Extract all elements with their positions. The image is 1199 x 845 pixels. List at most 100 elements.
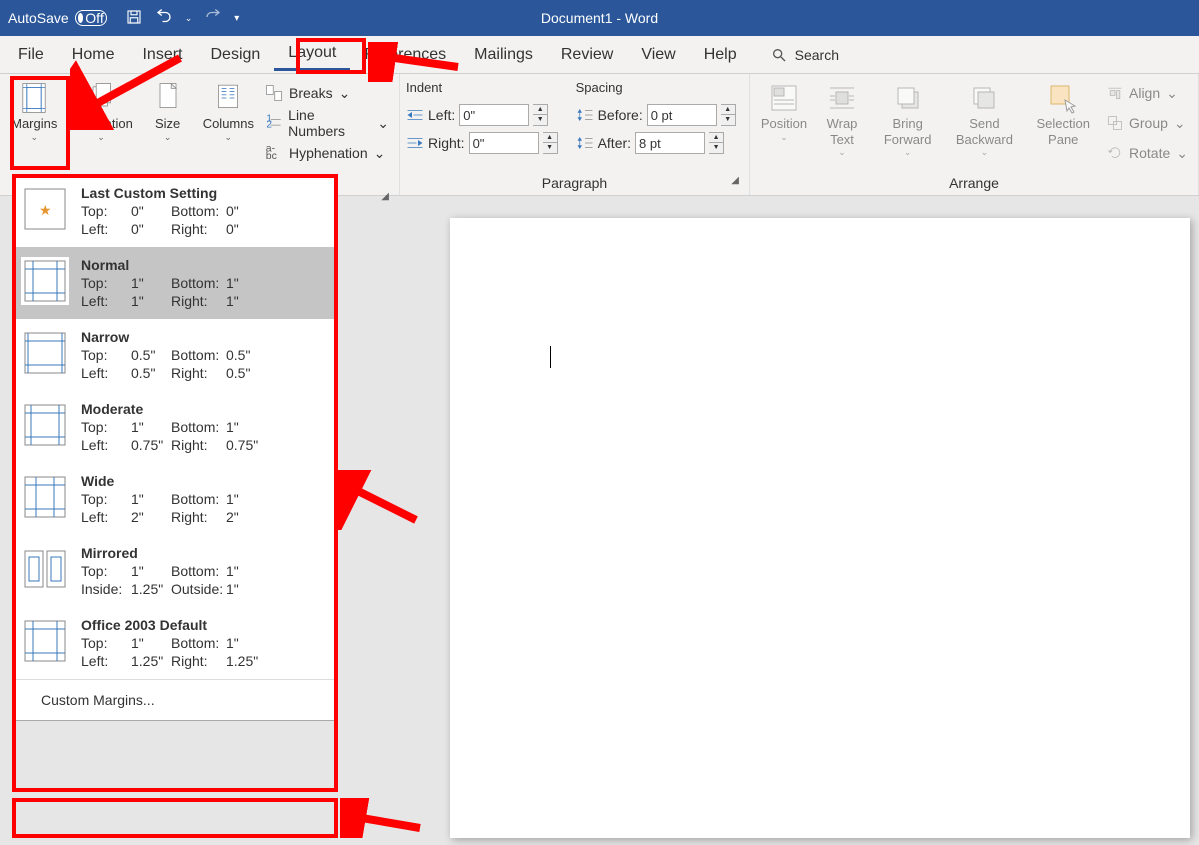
columns-button[interactable]: Columns⌄ — [198, 78, 259, 147]
breaks-icon — [265, 84, 283, 102]
margins-dropdown: ★Last Custom SettingTop:0"Bottom:0"Left:… — [12, 174, 338, 721]
spacing-after-spinner[interactable]: ▲▼ — [709, 132, 724, 154]
preset-title: Normal — [81, 257, 329, 273]
margin-preset-icon: ★ — [21, 185, 69, 233]
margin-preset-office-2003-default[interactable]: Office 2003 DefaultTop:1"Bottom:1"Left:1… — [13, 607, 337, 679]
line-numbers-button[interactable]: 12Line Numbers⌄ — [265, 110, 389, 136]
margin-preset-wide[interactable]: WideTop:1"Bottom:1"Left:2"Right:2" — [13, 463, 337, 535]
spacing-before-row: Before: ▲▼ — [576, 101, 736, 129]
preset-title: Last Custom Setting — [81, 185, 329, 201]
indent-right-input[interactable] — [469, 132, 539, 154]
wrap-text-icon — [826, 82, 858, 114]
redo-icon[interactable] — [204, 8, 222, 29]
indent-heading: Indent — [406, 80, 558, 95]
group-icon — [1107, 115, 1123, 131]
indent-left-input[interactable] — [459, 104, 529, 126]
spacing-heading: Spacing — [576, 80, 736, 95]
margin-preset-last-custom-setting[interactable]: ★Last Custom SettingTop:0"Bottom:0"Left:… — [13, 175, 337, 247]
document-page[interactable] — [450, 218, 1190, 838]
rotate-icon — [1107, 145, 1123, 161]
indent-left-spinner[interactable]: ▲▼ — [533, 104, 548, 126]
margin-preset-narrow[interactable]: NarrowTop:0.5"Bottom:0.5"Left:0.5"Right:… — [13, 319, 337, 391]
save-icon[interactable] — [125, 8, 143, 29]
tab-home[interactable]: Home — [58, 40, 129, 70]
margin-preset-moderate[interactable]: ModerateTop:1"Bottom:1"Left:0.75"Right:0… — [13, 391, 337, 463]
bring-forward-icon — [892, 82, 924, 114]
paragraph-launcher-icon[interactable]: ◢ — [731, 175, 739, 186]
quick-access-toolbar: ⌄ ▾ — [125, 8, 240, 29]
undo-dropdown-icon[interactable]: ⌄ — [185, 13, 193, 24]
margin-preset-normal[interactable]: NormalTop:1"Bottom:1"Left:1"Right:1" — [13, 247, 337, 319]
size-button[interactable]: Size⌄ — [140, 78, 196, 147]
svg-text:bc: bc — [266, 150, 277, 162]
margin-preset-icon — [21, 473, 69, 521]
indent-right-spinner[interactable]: ▲▼ — [543, 132, 558, 154]
svg-text:★: ★ — [39, 202, 52, 218]
align-button[interactable]: Align⌄ — [1107, 80, 1188, 106]
position-button[interactable]: Position⌄ — [756, 78, 812, 147]
margin-preset-icon — [21, 401, 69, 449]
spacing-before-spinner[interactable]: ▲▼ — [721, 104, 736, 126]
preset-title: Mirrored — [81, 545, 329, 561]
size-icon — [152, 82, 184, 114]
rotate-button[interactable]: Rotate⌄ — [1107, 140, 1188, 166]
preset-title: Moderate — [81, 401, 329, 417]
margin-preset-icon — [21, 617, 69, 665]
autosave-toggle[interactable]: AutoSave Off — [8, 10, 107, 26]
tab-mailings[interactable]: Mailings — [460, 40, 547, 70]
tab-design[interactable]: Design — [196, 40, 274, 70]
qat-customize-icon[interactable]: ▾ — [234, 13, 239, 24]
hyphenation-icon: a-bc — [265, 144, 283, 162]
indent-right-row: Right: ▲▼ — [406, 129, 558, 157]
page-setup-launcher-icon[interactable]: ◢ — [381, 191, 389, 202]
margins-icon — [18, 82, 50, 114]
margin-preset-mirrored[interactable]: MirroredTop:1"Bottom:1"Inside:1.25"Outsi… — [13, 535, 337, 607]
bring-forward-button[interactable]: Bring Forward⌄ — [872, 78, 943, 162]
search-button[interactable]: Search — [771, 47, 839, 63]
preset-title: Narrow — [81, 329, 329, 345]
preset-title: Office 2003 Default — [81, 617, 329, 633]
tab-layout[interactable]: Layout — [274, 38, 350, 71]
annotation-box-custom-margins — [12, 798, 338, 838]
ribbon-tabs: File Home Insert Design Layout Reference… — [0, 36, 1199, 74]
tab-view[interactable]: View — [627, 40, 689, 70]
wrap-text-button[interactable]: Wrap Text⌄ — [814, 78, 870, 162]
spacing-after-input[interactable] — [635, 132, 705, 154]
indent-right-icon — [406, 135, 424, 151]
orientation-button[interactable]: Orientation⌄ — [64, 78, 137, 147]
title-bar: AutoSave Off ⌄ ▾ Document1 - Word — [0, 0, 1199, 36]
margins-button[interactable]: Margins⌄ — [6, 78, 62, 147]
spacing-after-icon — [576, 135, 594, 151]
annotation-arrow-custom — [340, 798, 430, 838]
search-icon — [771, 47, 787, 63]
annotation-arrow-moderate — [336, 470, 426, 530]
selection-pane-icon — [1047, 82, 1079, 114]
spacing-after-row: After: ▲▼ — [576, 129, 736, 157]
document-title: Document1 - Word — [541, 10, 658, 26]
group-arrange: Position⌄ Wrap Text⌄ Bring Forward⌄ Send… — [750, 74, 1199, 195]
group-button[interactable]: Group⌄ — [1107, 110, 1188, 136]
spacing-before-input[interactable] — [647, 104, 717, 126]
tab-insert[interactable]: Insert — [128, 40, 196, 70]
text-cursor — [550, 346, 551, 368]
send-backward-icon — [968, 82, 1000, 114]
group-paragraph: Indent Left: ▲▼ Right: ▲▼ Spacing Before… — [400, 74, 750, 195]
margin-preset-icon — [21, 545, 69, 593]
tab-references[interactable]: References — [350, 40, 460, 70]
send-backward-button[interactable]: Send Backward⌄ — [945, 78, 1023, 162]
spacing-before-icon — [576, 107, 594, 123]
indent-left-row: Left: ▲▼ — [406, 101, 558, 129]
position-icon — [768, 82, 800, 114]
breaks-button[interactable]: Breaks⌄ — [265, 80, 389, 106]
custom-margins-button[interactable]: Custom Margins... — [13, 679, 337, 720]
align-icon — [1107, 85, 1123, 101]
undo-icon[interactable] — [155, 8, 173, 29]
columns-icon — [212, 82, 244, 114]
hyphenation-button[interactable]: a-bcHyphenation⌄ — [265, 140, 389, 166]
tab-file[interactable]: File — [4, 40, 58, 70]
tab-review[interactable]: Review — [547, 40, 627, 70]
margin-preset-icon — [21, 257, 69, 305]
tab-help[interactable]: Help — [690, 40, 751, 70]
indent-left-icon — [406, 107, 424, 123]
selection-pane-button[interactable]: Selection Pane — [1025, 78, 1101, 151]
